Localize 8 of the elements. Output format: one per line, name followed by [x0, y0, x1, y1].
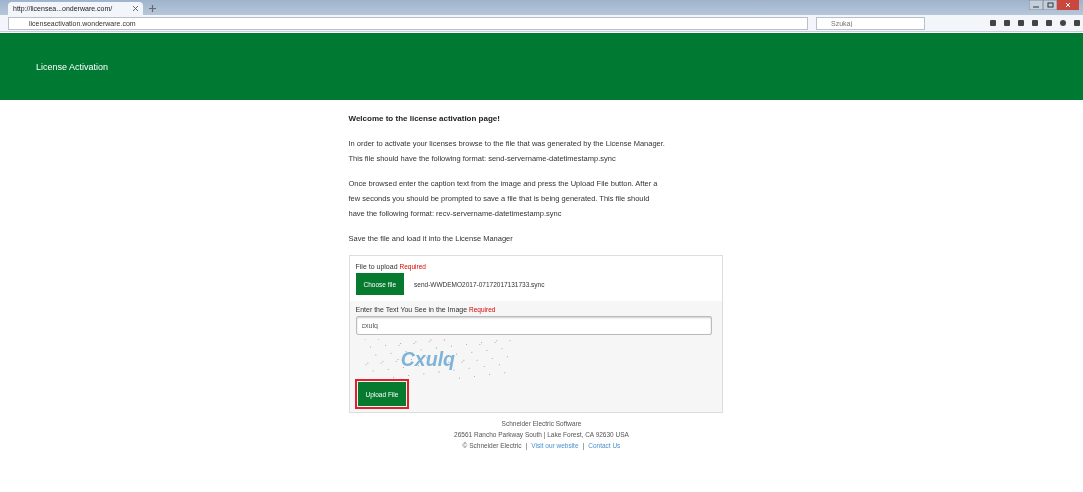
minimize-icon[interactable] — [1029, 0, 1043, 10]
page-heading: Welcome to the license activation page! — [348, 113, 501, 125]
header-title: License Activation — [36, 61, 109, 72]
close-icon[interactable] — [1057, 0, 1079, 10]
captcha-image: Cxulq — [355, 339, 521, 379]
close-icon[interactable] — [133, 6, 138, 11]
maximize-icon[interactable] — [1043, 0, 1057, 10]
new-tab-icon[interactable] — [149, 5, 156, 12]
